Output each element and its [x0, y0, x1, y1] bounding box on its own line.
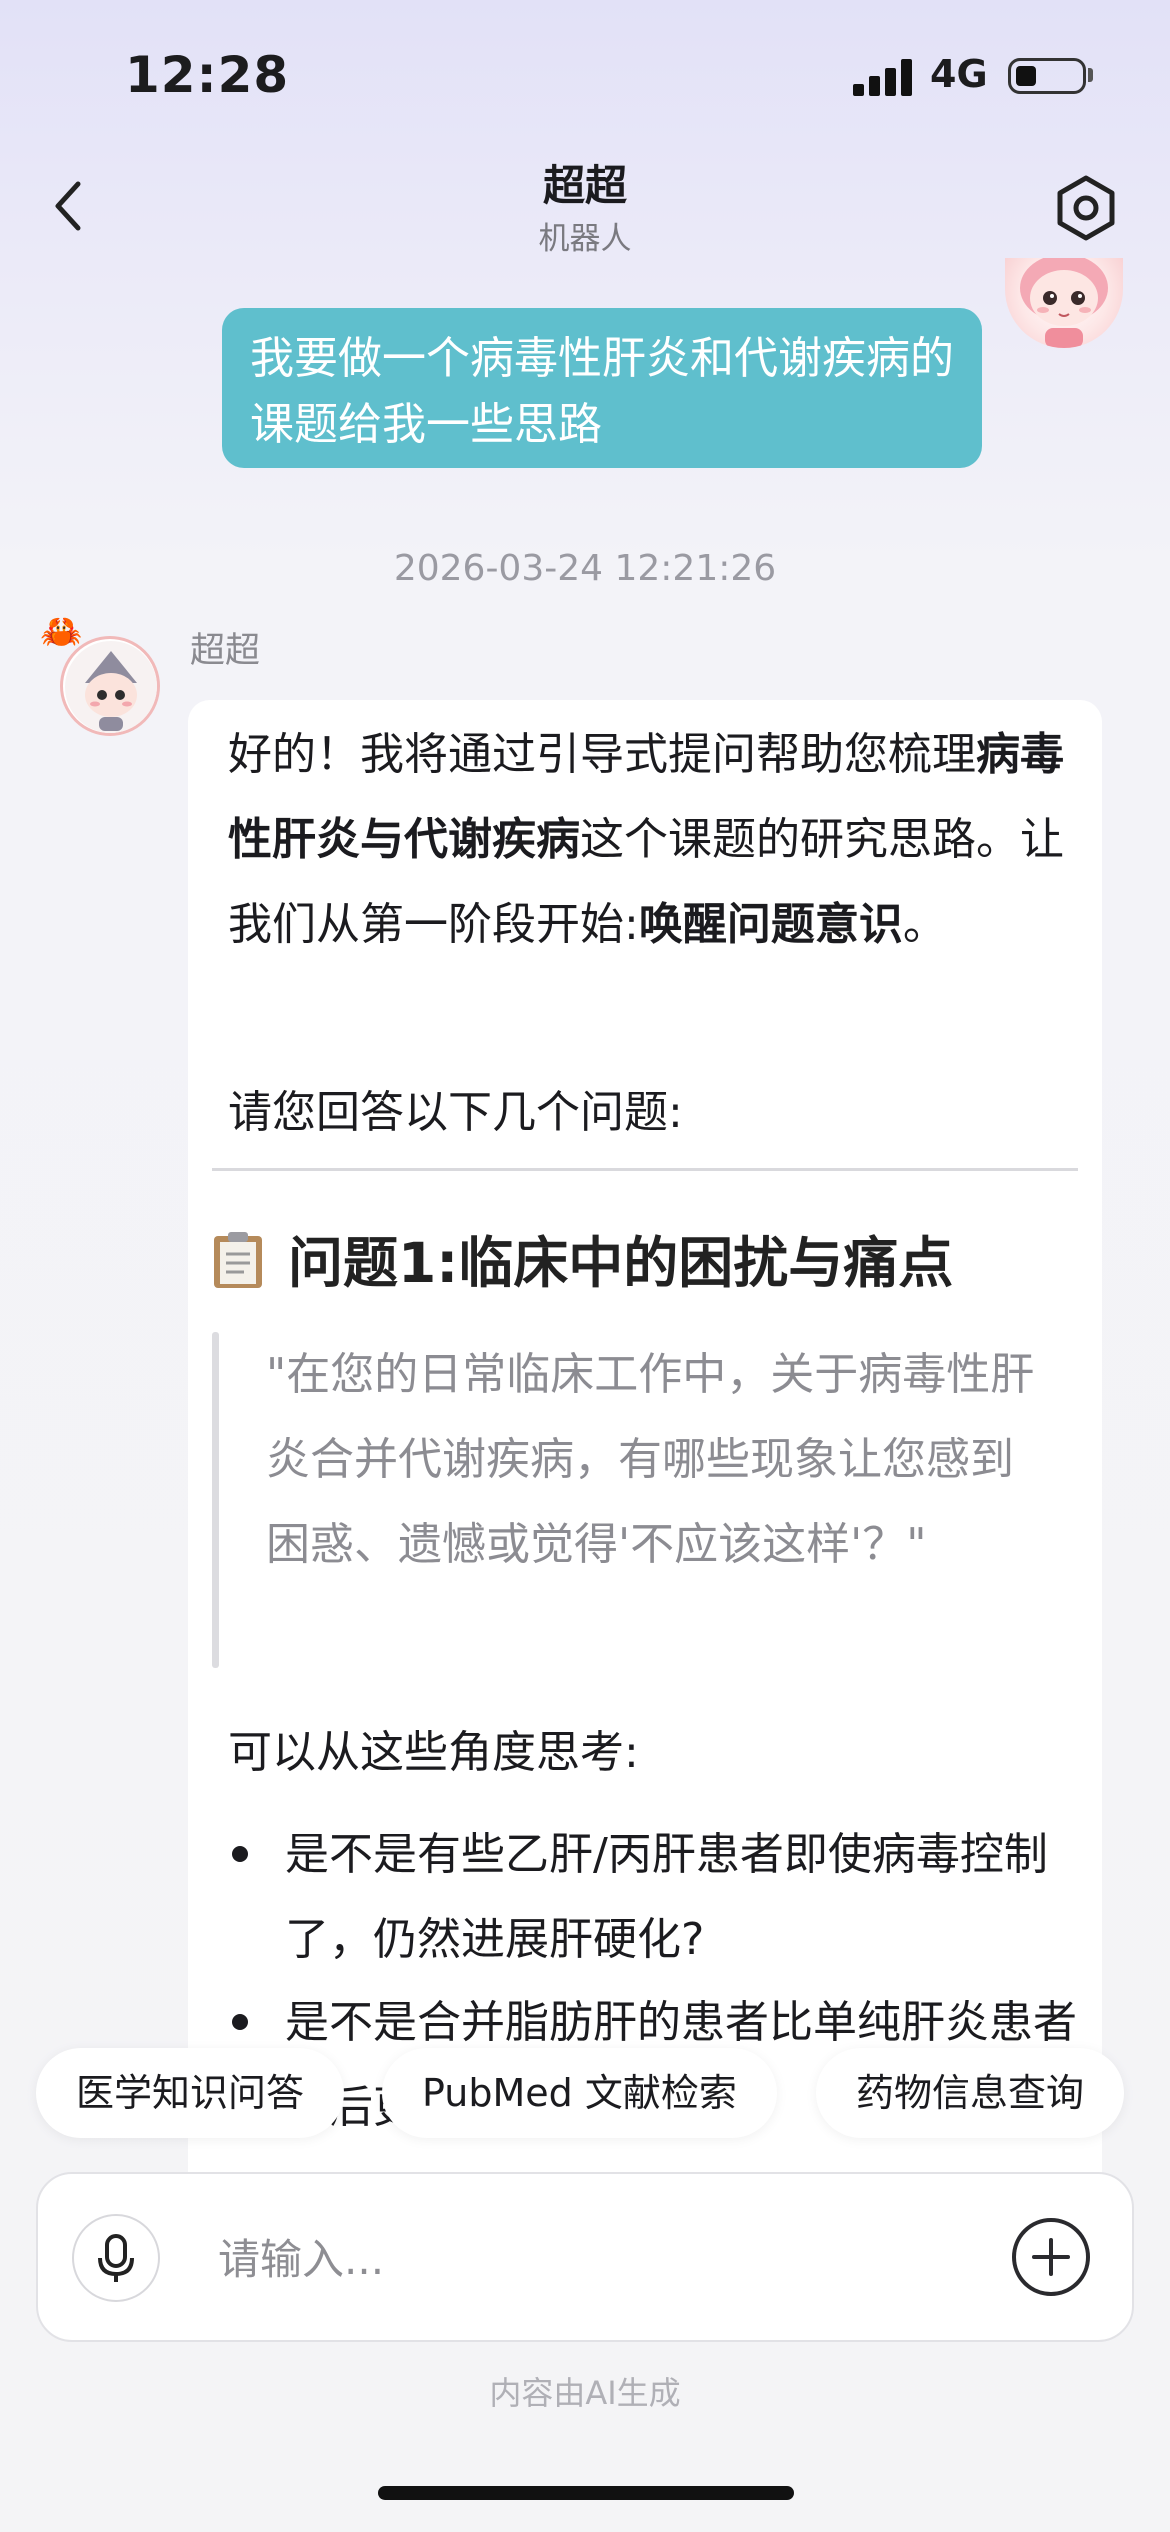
- voice-input-button[interactable]: [72, 2214, 160, 2302]
- blockquote-bar: [212, 1332, 219, 1668]
- add-attachment-icon[interactable]: [1010, 2216, 1092, 2298]
- intro-bold-stage: 唤醒问题意识: [638, 899, 903, 950]
- clipboard-icon: [212, 1230, 264, 1290]
- bullet-dot: [232, 1846, 248, 1862]
- robot-mascot-icon: [65, 641, 157, 733]
- intro-text-3: 。: [902, 899, 947, 950]
- status-time: 12:28: [125, 46, 290, 104]
- bot-ask-line: 请您回答以下几个问题:: [228, 1087, 683, 1138]
- think-angle-label: 可以从这些角度思考:: [228, 1727, 639, 1778]
- page-subtitle: 机器人: [538, 221, 632, 257]
- divider: [212, 1168, 1078, 1171]
- question-heading-text: 问题1:临床中的困扰与痛点: [288, 1231, 954, 1295]
- network-type: 4G: [930, 52, 988, 96]
- mascot-face-icon: [1020, 258, 1108, 348]
- bot-name-label: 超超: [190, 631, 261, 671]
- bot-intro-paragraph: 好的！我将通过引导式提问帮助您梳理病毒性肝炎与代谢疾病这个课题的研究思路。让我们…: [228, 712, 1078, 967]
- list-item: 是不是有些乙肝/丙肝患者即使病毒控制了，仍然进展肝硬化?: [285, 1829, 1048, 1965]
- chip-pubmed-search[interactable]: PubMed 文献检索: [382, 2048, 777, 2138]
- question-heading: 问题1:临床中的困扰与痛点: [212, 1218, 953, 1298]
- page-title: 超超: [542, 161, 627, 210]
- intro-text-1: 好的！我将通过引导式提问帮助您梳理: [228, 729, 976, 780]
- cellular-signal-icon: [853, 58, 915, 96]
- user-message-bubble[interactable]: 我要做一个病毒性肝炎和代谢疾病的课题给我一些思路: [222, 308, 982, 468]
- chip-medical-qa[interactable]: 医学知识问答: [36, 2048, 345, 2138]
- home-indicator[interactable]: [378, 2486, 794, 2500]
- chip-drug-info[interactable]: 药物信息查询: [816, 2048, 1125, 2138]
- question-quote: "在您的日常临床工作中，关于病毒性肝炎合并代谢疾病，有哪些现象让您感到困惑、遗憾…: [266, 1349, 1035, 1570]
- user-message-text: 我要做一个病毒性肝炎和代谢疾病的课题给我一些思路: [250, 333, 954, 450]
- message-input[interactable]: 请输入...: [218, 2226, 384, 2287]
- battery-icon: [1008, 58, 1086, 94]
- battery-tip: [1088, 68, 1093, 82]
- microphone-icon: [98, 2234, 134, 2282]
- bot-avatar[interactable]: [60, 636, 160, 736]
- message-timestamp: 2026-03-24 12:21:26: [393, 548, 777, 589]
- bullet-dot: [232, 2014, 248, 2030]
- crab-badge-icon: 🦀: [40, 612, 83, 652]
- user-avatar[interactable]: [1005, 258, 1123, 348]
- settings-hexagon-icon[interactable]: [1050, 172, 1122, 244]
- ai-disclaimer: 内容由AI生成: [489, 2374, 681, 2412]
- chat-input-bar[interactable]: [36, 2172, 1134, 2342]
